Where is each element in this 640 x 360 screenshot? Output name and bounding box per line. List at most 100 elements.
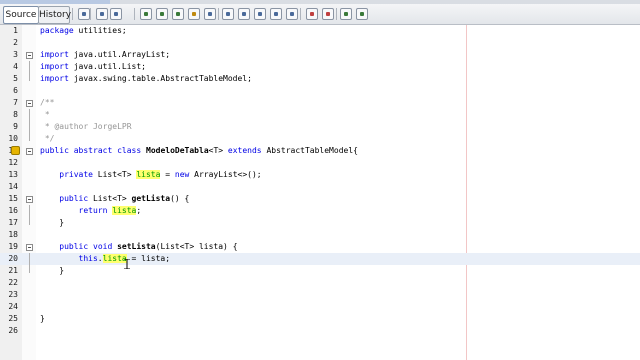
fold-toggle-icon[interactable] (26, 148, 33, 155)
code-text[interactable]: * @author JorgeLPR (40, 121, 132, 133)
code-text[interactable]: package utilities; (40, 25, 127, 37)
code-line[interactable]: 24 (0, 301, 640, 313)
line-number: 24 (8, 302, 18, 311)
tab-history[interactable]: History (38, 6, 71, 24)
line-number: 8 (13, 110, 18, 119)
code-line[interactable]: 21 } (0, 265, 640, 277)
toggle-selection-icon[interactable] (204, 8, 216, 20)
line-number: 25 (8, 314, 18, 323)
line-number: 17 (8, 218, 18, 227)
highlight-icon[interactable] (188, 8, 200, 20)
line-number: 21 (8, 266, 18, 275)
code-line[interactable]: 2 (0, 37, 640, 49)
line-number: 14 (8, 182, 18, 191)
code-line[interactable]: 22 (0, 277, 640, 289)
line-number: 1 (13, 26, 18, 35)
shift-left-icon[interactable] (270, 8, 282, 20)
toolbar-separator (300, 8, 301, 20)
code-text[interactable]: return lista; (40, 205, 141, 217)
code-text[interactable]: import javax.swing.table.AbstractTableMo… (40, 73, 252, 85)
code-line[interactable]: 3 import java.util.ArrayList; (0, 49, 640, 61)
start-macro-icon[interactable] (306, 8, 318, 20)
code-line[interactable]: 15 public List<T> getLista() { (0, 193, 640, 205)
code-line[interactable]: 1 package utilities; (0, 25, 640, 37)
fold-toggle-icon[interactable] (26, 100, 33, 107)
find-icon[interactable] (140, 8, 152, 20)
code-line[interactable]: 25} (0, 313, 640, 325)
code-line[interactable]: 10 */ (0, 133, 640, 145)
line-number: 22 (8, 278, 18, 287)
fold-guide (29, 253, 30, 273)
line-number: 6 (13, 86, 18, 95)
code-line[interactable]: 6 (0, 85, 640, 97)
uncomment-icon[interactable] (356, 8, 368, 20)
line-number: 3 (13, 50, 18, 59)
fold-toggle-icon[interactable] (26, 244, 33, 251)
editor-toolbar: Source History (0, 4, 640, 25)
code-text[interactable]: import java.util.List; (40, 61, 146, 73)
code-text[interactable]: this.lista = lista; (40, 253, 170, 265)
code-text[interactable]: public abstract class ModeloDeTabla<T> e… (40, 145, 358, 157)
back-icon[interactable] (96, 8, 108, 20)
fold-guide (29, 109, 30, 141)
toolbar-separator (218, 8, 219, 20)
code-text[interactable]: } (40, 265, 64, 277)
code-text[interactable]: public List<T> getLista() { (40, 193, 189, 205)
code-line[interactable]: 16 return lista; (0, 205, 640, 217)
last-edit-icon[interactable] (78, 8, 90, 20)
line-number: 7 (13, 98, 18, 107)
forward-icon[interactable] (110, 8, 122, 20)
toolbar-separator (72, 8, 73, 20)
code-text[interactable]: public void setLista(List<T> lista) { (40, 241, 237, 253)
code-line[interactable]: 18 (0, 229, 640, 241)
code-line[interactable]: 7 /** (0, 97, 640, 109)
fold-toggle-icon[interactable] (26, 52, 33, 59)
code-line[interactable]: 19 public void setLista(List<T> lista) { (0, 241, 640, 253)
code-line[interactable]: 20 this.lista = lista; (0, 253, 640, 265)
fold-toggle-icon[interactable] (26, 196, 33, 203)
code-line[interactable]: 26 (0, 325, 640, 337)
line-number: 20 (8, 254, 18, 263)
code-line[interactable]: 11public abstract class ModeloDeTabla<T>… (0, 145, 640, 157)
code-text[interactable]: /** (40, 97, 54, 109)
code-text[interactable]: * (40, 109, 50, 121)
toggle-bookmark-icon[interactable] (254, 8, 266, 20)
code-line[interactable]: 4 import java.util.List; (0, 61, 640, 73)
code-text[interactable]: } (40, 313, 45, 325)
code-text[interactable]: */ (40, 133, 55, 145)
warning-icon[interactable] (11, 146, 20, 155)
line-number: 10 (8, 134, 18, 143)
find-previous-icon[interactable] (156, 8, 168, 20)
find-next-icon[interactable] (172, 8, 184, 20)
code-text[interactable]: import java.util.ArrayList; (40, 49, 170, 61)
line-number: 9 (13, 122, 18, 131)
code-line[interactable]: 23 (0, 289, 640, 301)
code-line[interactable]: 9 * @author JorgeLPR (0, 121, 640, 133)
code-line[interactable]: 13 private List<T> lista = new ArrayList… (0, 169, 640, 181)
comment-icon[interactable] (340, 8, 352, 20)
line-number: 16 (8, 206, 18, 215)
fold-guide (29, 61, 30, 81)
line-number: 23 (8, 290, 18, 299)
fold-guide (29, 205, 30, 225)
code-text[interactable]: private List<T> lista = new ArrayList<>(… (40, 169, 262, 181)
code-line[interactable]: 17 } (0, 217, 640, 229)
tab-source[interactable]: Source (3, 6, 39, 24)
line-number: 18 (8, 230, 18, 239)
text-cursor-icon (124, 254, 130, 270)
previous-bookmark-icon[interactable] (222, 8, 234, 20)
line-number: 5 (13, 74, 18, 83)
line-number: 2 (13, 38, 18, 47)
next-bookmark-icon[interactable] (238, 8, 250, 20)
code-line[interactable]: 8 * (0, 109, 640, 121)
stop-macro-icon[interactable] (322, 8, 334, 20)
code-line[interactable]: 12 (0, 157, 640, 169)
toolbar-separator (336, 8, 337, 20)
code-line[interactable]: 14 (0, 181, 640, 193)
shift-right-icon[interactable] (286, 8, 298, 20)
toolbar-separator (134, 8, 135, 20)
line-number: 12 (8, 158, 18, 167)
code-text[interactable]: } (40, 217, 64, 229)
code-line[interactable]: 5 import javax.swing.table.AbstractTableM… (0, 73, 640, 85)
toolbar-separator (90, 8, 91, 20)
